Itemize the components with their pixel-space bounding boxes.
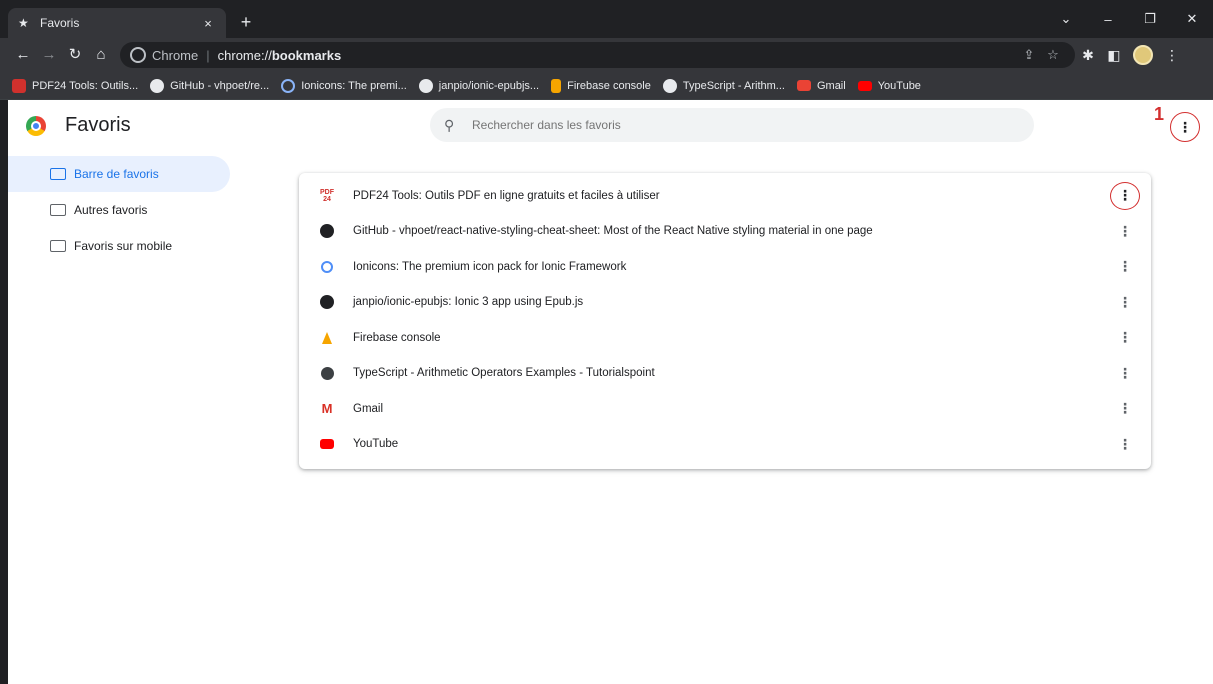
- bookmark-title: Gmail: [353, 402, 384, 415]
- ionicons-icon: [321, 260, 333, 273]
- bookmark-more-button[interactable]: ⋮: [1109, 429, 1141, 459]
- sidebar-item-autres-favoris[interactable]: Autres favoris: [8, 192, 230, 228]
- back-button[interactable]: ←: [10, 42, 36, 68]
- search-input[interactable]: [472, 118, 1012, 132]
- tab-search-button[interactable]: ⌄: [1045, 11, 1087, 27]
- bookmark-row[interactable]: PDF 24 PDF24 Tools: Outils PDF en ligne g…: [299, 178, 1151, 214]
- chrome-menu-icon[interactable]: ⋮: [1159, 47, 1185, 64]
- bookmarks-bar-item[interactable]: GitHub - vhpoet/re...: [150, 78, 269, 93]
- home-button[interactable]: ⌂: [88, 42, 114, 68]
- bookmarks-page: Favoris ⚲ 1 ⋮ Barre de favoris Autres fa…: [8, 100, 1213, 684]
- firebase-icon: [551, 78, 562, 93]
- toolbar: ← → ↻ ⌂ Chrome | chrome:// bookmarks ⇪ ☆…: [0, 38, 1213, 72]
- bookmark-row[interactable]: YouTube ⋮: [299, 427, 1151, 463]
- youtube-icon: [320, 439, 334, 450]
- window-controls: ⌄ – ❐ ✕: [1045, 0, 1213, 38]
- bookmarks-bar-item[interactable]: Ionicons: The premi...: [281, 78, 407, 93]
- tab-bookmarks[interactable]: ★ Favoris ×: [8, 8, 226, 38]
- bookmarks-bar-item[interactable]: TypeScript - Arithm...: [662, 78, 785, 93]
- bookmark-more-button[interactable]: ⋮: [1109, 394, 1141, 424]
- extensions-icon[interactable]: ✱: [1075, 47, 1101, 64]
- url-path: bookmarks: [271, 47, 342, 63]
- pdf24-icon: [12, 78, 26, 93]
- minimize-button[interactable]: –: [1087, 12, 1129, 27]
- folder-icon: [50, 168, 66, 180]
- bookmark-row[interactable]: janpio/ionic-epubjs: Ionic 3 app using E…: [299, 285, 1151, 321]
- bookmark-title: TypeScript - Arithmetic Operators Exampl…: [353, 367, 655, 380]
- ionicons-icon: [281, 78, 296, 93]
- gmail-icon: M: [321, 401, 333, 417]
- github-icon: [150, 78, 165, 93]
- organize-menu-button[interactable]: ⋮: [1170, 112, 1200, 142]
- bookmarks-bar: PDF24 Tools: Outils... GitHub - vhpoet/r…: [0, 72, 1213, 100]
- side-panel-icon[interactable]: ◧: [1101, 47, 1127, 64]
- bookmarks-bar-item[interactable]: YouTube: [857, 80, 921, 92]
- bookmark-more-button[interactable]: ⋮: [1109, 216, 1141, 246]
- star-icon: ★: [18, 16, 29, 30]
- new-tab-button[interactable]: +: [236, 12, 256, 32]
- tab-title: Favoris: [40, 16, 80, 30]
- bookmarks-bar-item[interactable]: janpio/ionic-epubjs...: [418, 78, 539, 93]
- chrome-site-icon: [130, 47, 146, 63]
- bookmark-title: janpio/ionic-epubjs: Ionic 3 app using E…: [353, 296, 584, 309]
- search-box[interactable]: ⚲: [430, 108, 1034, 142]
- tab-close-button[interactable]: ×: [200, 16, 216, 31]
- bookmark-star-icon[interactable]: ☆: [1041, 47, 1065, 63]
- bookmark-row[interactable]: TypeScript - Arithmetic Operators Exampl…: [299, 356, 1151, 392]
- reload-button[interactable]: ↻: [62, 42, 88, 68]
- firebase-icon: [322, 331, 332, 344]
- github-icon: [418, 78, 433, 93]
- tab-strip: ★ Favoris × + ⌄ – ❐ ✕: [0, 0, 1213, 38]
- bookmark-more-button[interactable]: ⋮: [1110, 181, 1140, 210]
- folder-sidebar: Barre de favoris Autres favoris Favoris …: [8, 156, 230, 264]
- bookmark-more-button[interactable]: ⋮: [1109, 287, 1141, 317]
- bookmark-list: PDF 24 PDF24 Tools: Outils PDF en ligne g…: [299, 173, 1151, 469]
- folder-icon: [50, 204, 66, 216]
- close-window-button[interactable]: ✕: [1171, 11, 1213, 27]
- chrome-logo-icon: [26, 116, 46, 136]
- github-icon: [320, 224, 334, 239]
- share-icon[interactable]: ⇪: [1017, 47, 1041, 63]
- bookmark-row[interactable]: Firebase console ⋮: [299, 320, 1151, 356]
- bookmarks-bar-item[interactable]: Firebase console: [551, 78, 651, 93]
- annotation-number-1: 1: [1154, 104, 1165, 124]
- page-header: Favoris ⚲ 1 ⋮: [8, 100, 1213, 152]
- restore-button[interactable]: ❐: [1129, 11, 1171, 27]
- address-separator: |: [206, 47, 210, 63]
- bookmark-row[interactable]: M Gmail ⋮: [299, 391, 1151, 427]
- browser-window: ★ Favoris × + ⌄ – ❐ ✕ ← → ↻ ⌂ Chrome | c…: [0, 0, 1213, 684]
- bookmark-row[interactable]: Ionicons: The premium icon pack for Ioni…: [299, 249, 1151, 285]
- sidebar-item-barre-de-favoris[interactable]: Barre de favoris: [8, 156, 230, 192]
- sidebar-item-favoris-sur-mobile[interactable]: Favoris sur mobile: [8, 228, 230, 264]
- bookmark-title: Ionicons: The premium icon pack for Ioni…: [353, 260, 627, 273]
- bookmark-title: PDF24 Tools: Outils PDF en ligne gratuit…: [353, 189, 660, 202]
- gmail-icon: [796, 80, 811, 91]
- folder-icon: [50, 240, 66, 252]
- bookmark-more-button[interactable]: ⋮: [1109, 252, 1141, 282]
- bookmark-more-button[interactable]: ⋮: [1109, 358, 1141, 388]
- pdf24-icon: PDF 24: [320, 188, 334, 203]
- bookmark-title: YouTube: [353, 438, 399, 451]
- bookmark-more-button[interactable]: ⋮: [1109, 323, 1141, 353]
- site-label: Chrome: [152, 47, 199, 63]
- bookmarks-bar-item[interactable]: PDF24 Tools: Outils...: [12, 78, 138, 93]
- bookmark-row[interactable]: GitHub - vhpoet/react-native-styling-che…: [299, 214, 1151, 250]
- bookmark-title: GitHub - vhpoet/react-native-styling-che…: [353, 225, 873, 238]
- globe-icon: [662, 78, 677, 93]
- url-scheme: chrome://: [217, 47, 272, 63]
- bookmark-title: Firebase console: [353, 331, 441, 344]
- page-title: Favoris: [65, 114, 131, 136]
- address-bar[interactable]: Chrome | chrome:// bookmarks ⇪ ☆: [120, 42, 1075, 68]
- globe-icon: [320, 366, 334, 380]
- profile-avatar[interactable]: [1133, 45, 1153, 65]
- forward-button[interactable]: →: [36, 42, 62, 68]
- github-icon: [320, 295, 334, 310]
- more-vertical-icon: ⋮: [1178, 118, 1192, 135]
- youtube-icon: [857, 80, 872, 91]
- bookmarks-bar-item[interactable]: Gmail: [796, 80, 846, 92]
- search-icon: ⚲: [444, 117, 455, 133]
